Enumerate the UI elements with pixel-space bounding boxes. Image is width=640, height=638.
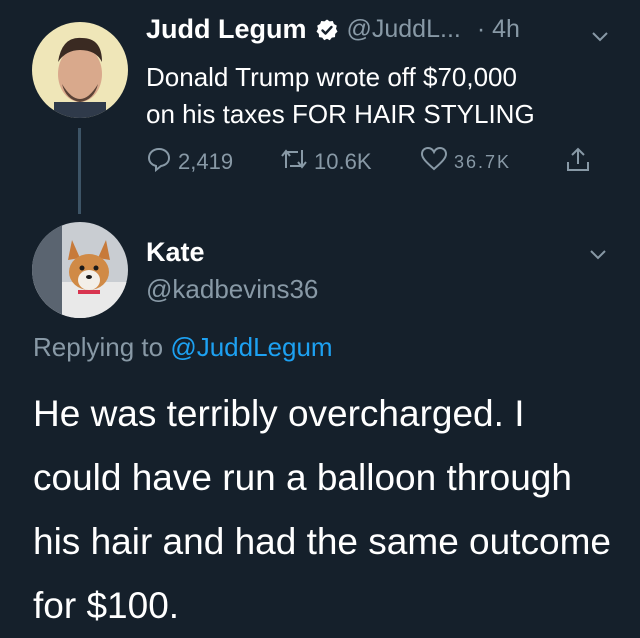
thread-connector-line	[78, 128, 81, 214]
replying-to-mention-link[interactable]: @JuddLegum	[170, 332, 332, 362]
reply-button[interactable]: 2,419	[146, 146, 233, 178]
quoted-tweet-line-1: Donald Trump wrote off $70,000	[146, 62, 517, 92]
retweet-icon	[280, 146, 308, 178]
like-count: 36.7K	[454, 151, 512, 172]
avatar-kate[interactable]	[32, 222, 128, 318]
retweet-button[interactable]: 10.6K	[280, 146, 372, 178]
author-name[interactable]: Judd Legum	[146, 14, 307, 45]
quoted-tweet-line-2: on his taxes FOR HAIR STYLING	[146, 99, 535, 129]
author-handle[interactable]: @JuddL...	[347, 15, 461, 44]
share-icon	[564, 146, 592, 180]
reply-icon	[146, 146, 172, 178]
reply-author-handle[interactable]: @kadbevins36	[146, 274, 318, 305]
reply-count: 2,419	[178, 149, 234, 174]
reply-menu-chevron-down-icon[interactable]	[588, 244, 608, 264]
avatar-judd-legum[interactable]	[32, 22, 128, 118]
replying-to: Replying to @JuddLegum	[33, 332, 333, 363]
retweet-count: 10.6K	[314, 149, 372, 174]
replying-to-prefix: Replying to	[33, 332, 164, 362]
share-button[interactable]	[564, 146, 592, 180]
reply-author-name[interactable]: Kate	[146, 237, 205, 268]
like-button[interactable]: 36.7K	[420, 146, 511, 178]
tweet-time[interactable]: · 4h	[477, 15, 520, 44]
reply-tweet-text: He was terribly overcharged. I could hav…	[33, 393, 611, 626]
tweet-menu-chevron-down-icon[interactable]	[590, 26, 610, 46]
verified-badge-icon	[315, 18, 339, 42]
tweet-header: Judd Legum @JuddL... · 4h	[146, 14, 520, 45]
like-icon	[420, 146, 448, 178]
